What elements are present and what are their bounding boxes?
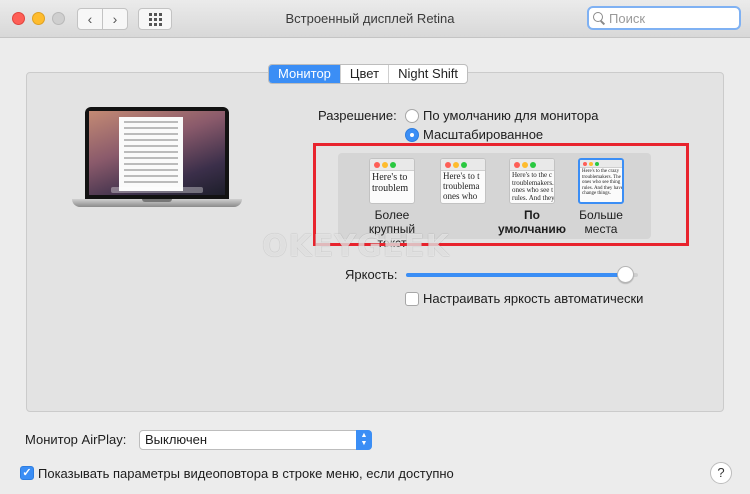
auto-brightness-label: Настраивать яркость автоматически bbox=[423, 291, 644, 306]
chevron-left-icon: ‹ bbox=[87, 11, 93, 27]
brightness-label: Яркость: bbox=[345, 267, 398, 282]
show-all-button[interactable] bbox=[138, 8, 172, 30]
option-scaled-label: Масштабированное bbox=[423, 127, 544, 142]
close-window-button[interactable] bbox=[12, 12, 25, 25]
radio-scaled[interactable] bbox=[405, 128, 419, 142]
tab-display[interactable]: Монитор bbox=[269, 65, 340, 83]
tab-bar: Монитор Цвет Night Shift bbox=[268, 64, 469, 84]
grid-icon bbox=[148, 12, 162, 26]
mirroring-label: Показывать параметры видеоповтора в стро… bbox=[38, 466, 454, 481]
watermark-text: OKEYGEEK bbox=[262, 229, 450, 264]
resolution-label: Разрешение: bbox=[318, 108, 397, 123]
tab-color[interactable]: Цвет bbox=[339, 65, 388, 83]
minimize-window-button[interactable] bbox=[32, 12, 45, 25]
help-button[interactable]: ? bbox=[710, 462, 732, 484]
title-bar: ‹ › Встроенный дисплей Retina bbox=[0, 0, 750, 38]
search-input[interactable] bbox=[609, 10, 729, 26]
brightness-slider[interactable] bbox=[406, 266, 638, 283]
auto-brightness-checkbox[interactable] bbox=[405, 292, 419, 306]
search-field[interactable] bbox=[587, 6, 741, 30]
laptop-image bbox=[72, 107, 242, 212]
window-title: Встроенный дисплей Retina bbox=[285, 11, 455, 26]
chevron-right-icon: › bbox=[112, 11, 118, 27]
checkmark-icon: ✓ bbox=[22, 467, 32, 479]
airplay-label: Монитор AirPlay: bbox=[25, 432, 127, 447]
search-icon bbox=[593, 12, 605, 24]
option-default-for-display-label: По умолчанию для монитора bbox=[423, 108, 599, 123]
updown-arrows-icon: ▲ ▼ bbox=[356, 430, 372, 450]
radio-default-for-display[interactable] bbox=[405, 109, 419, 123]
mirroring-checkbox[interactable]: ✓ bbox=[20, 466, 34, 480]
brightness-slider-fill bbox=[406, 273, 627, 277]
back-button[interactable]: ‹ bbox=[77, 8, 103, 30]
forward-button[interactable]: › bbox=[102, 8, 128, 30]
zoom-window-button[interactable] bbox=[52, 12, 65, 25]
tab-night-shift[interactable]: Night Shift bbox=[388, 65, 467, 83]
airplay-select[interactable]: Выключен ▲ ▼ bbox=[139, 430, 372, 450]
airplay-select-value: Выключен bbox=[145, 432, 208, 447]
